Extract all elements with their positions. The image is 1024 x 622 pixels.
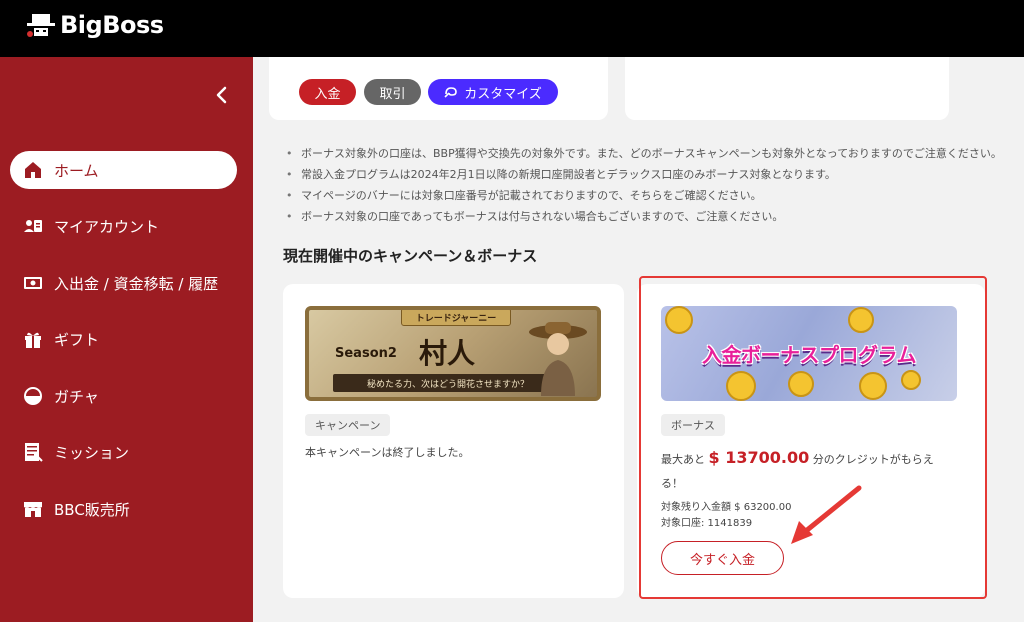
top-bar: BigBoss — [0, 0, 1024, 57]
notes-list: ボーナス対象外の口座は、BBP獲得や交換先の対象外です。また、どのボーナスキャン… — [283, 143, 1023, 227]
sidebar-item-label: ガチャ — [54, 387, 99, 406]
bonus-offer: 最大あと $ 13700.00 分のクレジットがもらえる！ — [661, 446, 941, 496]
main-content: 入金 取引 カスタマイズ ボーナス対象外の口座は、BBP獲得や交換先の対象外です… — [253, 57, 1024, 622]
account-icon — [22, 216, 44, 236]
sidebar-item-my-account[interactable]: マイアカウント — [10, 207, 237, 245]
account-card: 入金 取引 カスタマイズ — [269, 57, 608, 120]
banner-title: 村人 — [419, 337, 476, 370]
sidebar-item-label: ミッション — [54, 443, 130, 462]
banner-plate: トレードジャーニー — [401, 310, 511, 326]
bonus-remaining: 対象残り入金額 $ 63200.00 — [661, 502, 792, 513]
bonus-account: 対象口座: 1141839 — [661, 518, 753, 529]
sidebar-item-label: 入出金 / 資金移転 / 履歴 — [54, 274, 219, 293]
sidebar-item-bbc-shop[interactable]: BBC販売所 — [10, 490, 237, 528]
sidebar-item-mission[interactable]: ミッション — [10, 433, 237, 471]
sidebar-item-label: ホーム — [54, 161, 99, 180]
deposit-now-button[interactable]: 今すぐ入金 — [661, 541, 784, 575]
note-item: 常設入金プログラムは2024年2月1日以降の新規口座開設者とデラックス口座のみボ… — [283, 164, 1023, 185]
shop-icon — [22, 499, 44, 519]
campaign-card[interactable]: トレードジャーニー Season2 村人 秘めたる力、次はどう開花させますか？ … — [283, 284, 624, 598]
gacha-icon — [22, 386, 44, 406]
money-icon — [22, 273, 44, 293]
bonus-amount: $ 13700.00 — [708, 448, 810, 467]
logo[interactable]: BigBoss — [26, 8, 164, 42]
sidebar: ホーム マイアカウント 入出金 / 資金移転 / 履歴 ギフト ガチャ ミッショ… — [0, 57, 253, 622]
logo-hat-icon — [26, 10, 56, 40]
banner-season: Season2 — [335, 346, 397, 361]
note-item: ボーナス対象外の口座は、BBP獲得や交換先の対象外です。また、どのボーナスキャン… — [283, 143, 1023, 164]
collapse-sidebar-button[interactable] — [210, 83, 234, 107]
note-item: マイページのバナーには対象口座番号が記載されておりますので、そちらをご確認くださ… — [283, 185, 1023, 206]
sidebar-item-gift[interactable]: ギフト — [10, 320, 237, 358]
sidebar-item-funds[interactable]: 入出金 / 資金移転 / 履歴 — [10, 264, 237, 302]
secondary-card — [625, 57, 949, 120]
sidebar-item-home[interactable]: ホーム — [10, 151, 237, 189]
trade-button[interactable]: 取引 — [364, 79, 421, 105]
campaign-banner[interactable]: トレードジャーニー Season2 村人 秘めたる力、次はどう開花させますか？ — [305, 306, 601, 401]
sidebar-item-gacha[interactable]: ガチャ — [10, 377, 237, 415]
customize-label: カスタマイズ — [464, 86, 542, 102]
sidebar-item-label: BBC販売所 — [54, 500, 130, 519]
campaign-status: 本キャンペーンは終了しました。 — [305, 446, 470, 459]
bonus-banner[interactable]: 入金ボーナスプログラム — [661, 306, 957, 401]
campaign-tag: キャンペーン — [305, 414, 391, 436]
section-title: 現在開催中のキャンペーン＆ボーナス — [283, 247, 538, 265]
note-item: ボーナス対象の口座であってもボーナスは付与されない場合もございますので、ご注意く… — [283, 206, 1023, 227]
mission-icon — [22, 442, 44, 462]
villager-illustration-icon — [529, 322, 587, 396]
bonus-banner-title: 入金ボーナスプログラム — [702, 343, 916, 367]
bonus-prefix: 最大あと — [661, 453, 705, 466]
logo-text: BigBoss — [60, 11, 164, 39]
sidebar-item-label: ギフト — [54, 330, 100, 349]
deposit-button[interactable]: 入金 — [299, 79, 356, 105]
chevron-left-icon — [216, 86, 227, 104]
bonus-tag: ボーナス — [661, 414, 725, 436]
customize-icon — [444, 87, 457, 98]
bonus-card[interactable]: 入金ボーナスプログラム ボーナス 最大あと $ 13700.00 分のクレジット… — [637, 284, 985, 598]
home-icon — [22, 160, 44, 180]
customize-button[interactable]: カスタマイズ — [428, 79, 558, 105]
gift-icon — [22, 329, 44, 349]
sidebar-item-label: マイアカウント — [54, 217, 160, 236]
